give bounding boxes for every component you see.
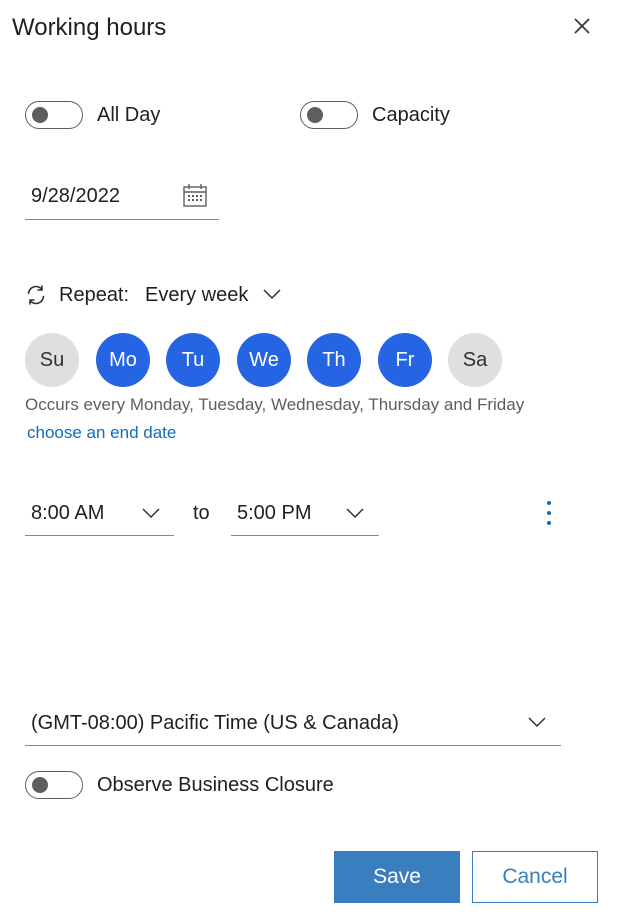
- day-tuesday[interactable]: Tu: [166, 333, 220, 387]
- toggle-knob: [32, 777, 48, 793]
- day-sunday[interactable]: Su: [25, 333, 79, 387]
- day-label: We: [249, 348, 279, 371]
- choose-end-date-link[interactable]: choose an end date: [27, 423, 176, 443]
- close-button[interactable]: [570, 14, 594, 38]
- day-friday[interactable]: Fr: [378, 333, 432, 387]
- observe-closure-toggle[interactable]: [25, 771, 83, 799]
- day-saturday[interactable]: Sa: [448, 333, 502, 387]
- chevron-down-icon: [346, 508, 364, 519]
- close-icon: [574, 18, 590, 34]
- capacity-label: Capacity: [372, 104, 450, 126]
- more-options-button[interactable]: [538, 498, 560, 528]
- calendar-icon[interactable]: [182, 183, 208, 209]
- observe-closure-label: Observe Business Closure: [97, 774, 334, 796]
- start-time-value: 8:00 AM: [31, 502, 105, 524]
- cancel-button[interactable]: Cancel: [472, 851, 598, 903]
- start-time-dropdown[interactable]: 8:00 AM: [25, 494, 174, 536]
- date-value: 9/28/2022: [31, 185, 120, 207]
- dialog-title: Working hours: [12, 14, 167, 41]
- day-monday[interactable]: Mo: [96, 333, 150, 387]
- day-label: Th: [322, 348, 346, 371]
- repeat-label: Repeat:: [59, 284, 130, 306]
- more-vertical-icon: [547, 501, 551, 525]
- time-separator: to: [193, 502, 210, 524]
- day-wednesday[interactable]: We: [237, 333, 291, 387]
- day-label: Sa: [462, 348, 488, 371]
- end-time-value: 5:00 PM: [237, 502, 312, 524]
- end-time-dropdown[interactable]: 5:00 PM: [231, 494, 379, 536]
- date-field[interactable]: 9/28/2022: [25, 176, 219, 220]
- all-day-toggle[interactable]: [25, 101, 83, 129]
- save-button[interactable]: Save: [334, 851, 460, 903]
- day-label: Tu: [181, 348, 205, 371]
- capacity-toggle[interactable]: [300, 101, 358, 129]
- chevron-down-icon: [528, 717, 546, 728]
- timezone-dropdown[interactable]: (GMT-08:00) Pacific Time (US & Canada): [25, 703, 561, 746]
- day-thursday[interactable]: Th: [307, 333, 361, 387]
- repeat-dropdown[interactable]: Every week: [145, 280, 290, 312]
- day-label: Fr: [395, 348, 415, 371]
- all-day-label: All Day: [97, 104, 161, 126]
- day-label: Su: [39, 348, 65, 371]
- toggle-knob: [307, 107, 323, 123]
- day-label: Mo: [109, 348, 137, 371]
- occurs-text: Occurs every Monday, Tuesday, Wednesday,…: [25, 395, 525, 414]
- chevron-down-icon: [263, 289, 281, 300]
- timezone-value: (GMT-08:00) Pacific Time (US & Canada): [31, 712, 399, 734]
- chevron-down-icon: [142, 508, 160, 519]
- repeat-value: Every week: [145, 284, 249, 306]
- toggle-knob: [32, 107, 48, 123]
- repeat-icon: [27, 285, 45, 305]
